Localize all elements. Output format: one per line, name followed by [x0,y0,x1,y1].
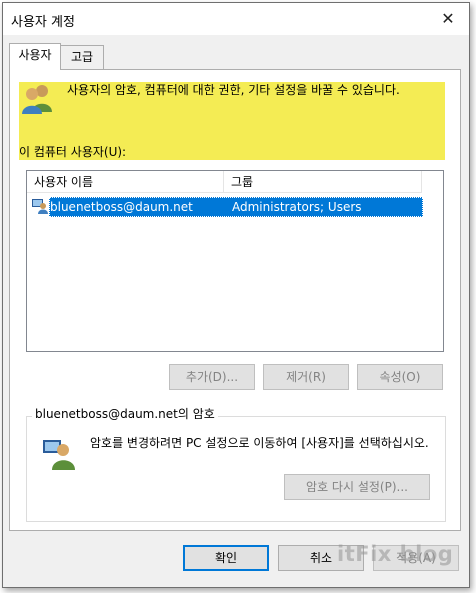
column-header-username-label: 사용자 이름 [34,175,94,189]
cell-username: bluenetboss@daum.net [50,200,193,214]
close-icon[interactable]: ✕ [437,9,459,29]
table-row[interactable]: bluenetboss@daum.net Administrators; Use… [49,197,423,217]
column-header-group-label: 그룹 [231,175,254,189]
tab-users-label: 사용자 [18,48,52,62]
user-accounts-dialog: 사용자 계정 ✕ 사용자 고급 사용자의 암호, 컴퓨터에 대한 권한, 기타 … [2,2,470,588]
properties-button[interactable]: 속성(O) [357,364,443,390]
remove-button[interactable]: 제거(R) [263,364,349,390]
tab-advanced-label: 고급 [70,50,94,64]
title-bar[interactable]: 사용자 계정 ✕ [3,3,469,35]
users-tab-panel: 사용자의 암호, 컴퓨터에 대한 권한, 기타 설정을 바꿀 수 있습니다. 이… [9,69,461,531]
reset-password-button[interactable]: 암호 다시 설정(P)... [284,474,430,500]
users-listview[interactable]: 사용자 이름 그룹 bluenetboss@daum.net Administr… [26,170,444,352]
password-groupbox [26,416,446,522]
ok-button[interactable]: 확인 [183,545,269,571]
tab-advanced[interactable]: 고급 [60,45,104,70]
column-header-username[interactable]: 사용자 이름 [27,171,224,193]
user-password-icon [43,440,75,470]
users-icon [22,85,52,114]
users-list-label: 이 컴퓨터 사용자(U): [19,145,127,159]
password-instructions: 암호를 변경하려면 PC 설정으로 이동하여 [사용자]를 선택하십시오. [90,436,429,450]
watermark-text: itFix blog [337,542,454,566]
window-title: 사용자 계정 [11,15,75,30]
column-header-group[interactable]: 그룹 [224,171,422,193]
add-button[interactable]: 추가(D)... [169,364,255,390]
password-section-title: bluenetboss@daum.net의 암호 [32,405,218,422]
info-description: 사용자의 암호, 컴퓨터에 대한 권한, 기타 설정을 바꿀 수 있습니다. [67,83,400,97]
cell-group: Administrators; Users [232,200,362,214]
user-account-icon [32,199,48,214]
tab-users[interactable]: 사용자 [9,43,61,70]
